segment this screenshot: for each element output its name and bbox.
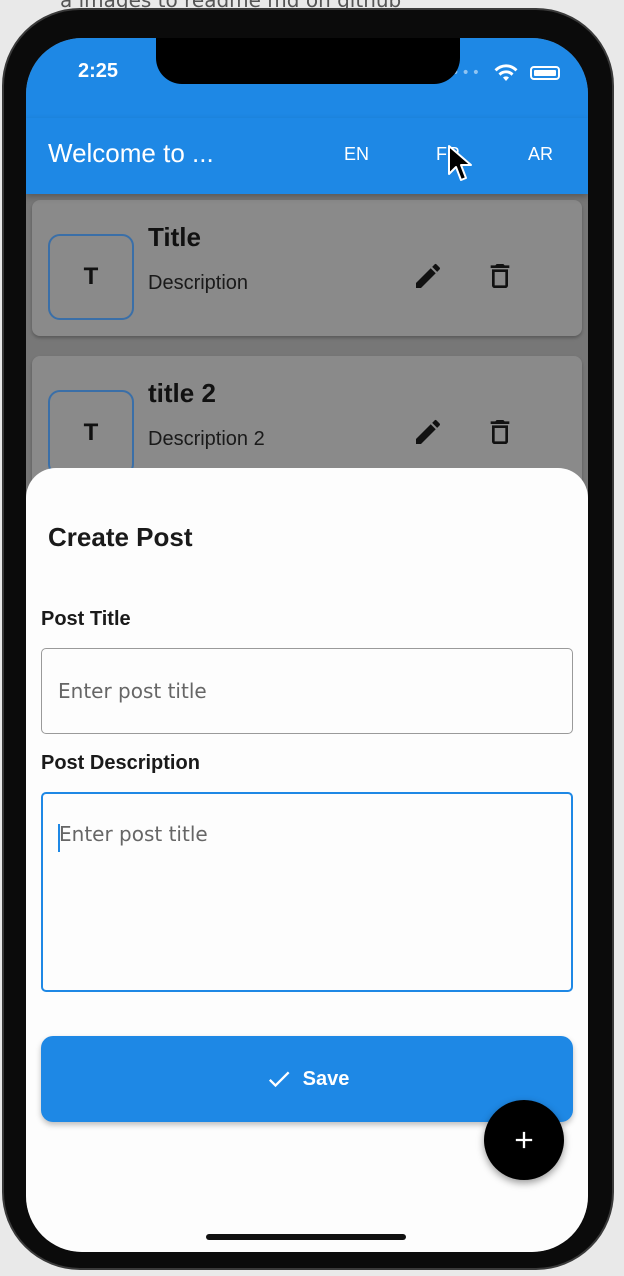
status-time: 2:25 [78,60,119,82]
post-description: Description [148,272,249,294]
notch [156,38,460,84]
battery-icon [530,66,560,80]
edit-icon[interactable] [412,416,444,448]
app-screen: 2:25 •••• Welcome to ... EN FR AR T Titl… [26,38,588,1252]
post-avatar: T [48,390,134,476]
post-description-label: Post Description [41,752,200,774]
plus-icon [515,1131,533,1149]
delete-icon[interactable] [484,416,516,448]
save-label: Save [302,1067,350,1090]
app-bar: Welcome to ... EN FR AR [26,118,588,194]
post-description: Description 2 [148,428,265,450]
home-indicator [206,1234,406,1240]
edit-icon[interactable] [412,260,444,292]
phone-frame: 2:25 •••• Welcome to ... EN FR AR T Titl… [2,8,614,1270]
language-en-button[interactable]: EN [344,144,369,165]
post-title-input[interactable] [41,648,573,734]
text-caret [58,824,60,852]
post-title: title 2 [148,378,216,408]
app-title: Welcome to ... [48,138,214,168]
post-description-input[interactable] [41,792,573,992]
language-ar-button[interactable]: AR [528,144,553,165]
status-icons: •••• [441,64,560,82]
post-avatar: T [48,234,134,320]
check-icon [268,1071,290,1088]
add-post-button[interactable] [484,1100,564,1180]
post-card[interactable]: T Title Description [32,200,582,336]
mouse-pointer-icon [448,145,472,181]
post-title-label: Post Title [41,608,131,630]
sheet-title: Create Post [48,522,193,552]
post-title: Title [148,222,201,252]
save-button[interactable]: Save [41,1036,573,1122]
wifi-icon [494,64,518,81]
delete-icon[interactable] [484,260,516,292]
